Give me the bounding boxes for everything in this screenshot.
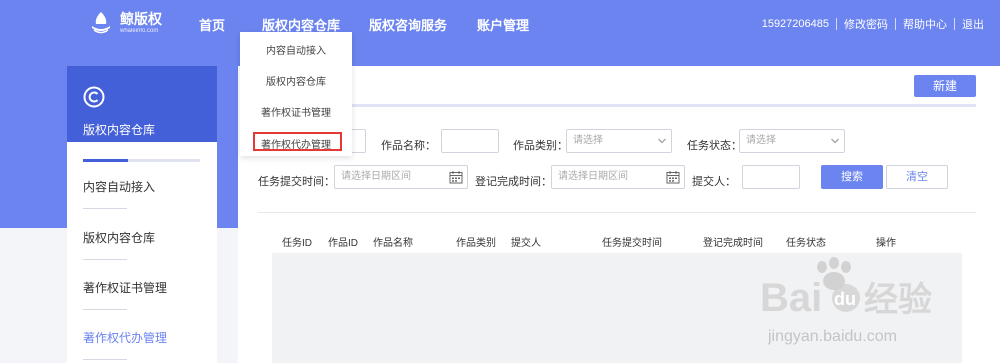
work-name-label: 作品名称： <box>381 140 436 152</box>
col-submit-time: 任务提交时间 <box>602 238 662 249</box>
svg-text:Bai: Bai <box>760 276 822 320</box>
col-task-id: 任务ID <box>282 238 312 249</box>
complete-time-picker[interactable]: 请选择日期区间 <box>551 165 685 189</box>
submitter-input[interactable] <box>742 165 800 189</box>
col-complete-time: 登记完成时间 <box>703 238 763 249</box>
sidebar-progress <box>83 159 200 162</box>
sidebar-divider <box>83 309 127 310</box>
clear-button[interactable]: 清空 <box>886 165 948 189</box>
sidebar: 版权内容仓库 内容自动接入 版权内容仓库 著作权证书管理 著作权代办管理 <box>67 66 217 363</box>
panel-title-rule <box>258 104 976 107</box>
top-navbar: 鲸版权 whaleinfo.com 首页 版权内容仓库 版权咨询服务 账户管理 … <box>0 0 1000 46</box>
sidebar-divider <box>83 208 127 209</box>
sidebar-item-auto-import[interactable]: 内容自动接入 <box>83 178 155 195</box>
filter-divider <box>258 212 976 213</box>
chevron-down-icon <box>658 138 666 144</box>
change-password-link[interactable]: 修改密码 <box>844 16 888 32</box>
col-work-id: 作品ID <box>328 238 358 249</box>
svg-text:jingyan.baidu.com: jingyan.baidu.com <box>767 328 897 345</box>
new-button[interactable]: 新建 <box>914 75 976 97</box>
divider <box>836 18 837 30</box>
chevron-down-icon <box>831 138 839 144</box>
col-work-name: 作品名称 <box>373 238 413 249</box>
col-work-type: 作品类别 <box>456 238 496 249</box>
task-status-label: 任务状态： <box>687 140 742 152</box>
submit-time-label: 任务提交时间： <box>258 176 335 188</box>
logout-link[interactable]: 退出 <box>962 16 984 32</box>
nav-account[interactable]: 账户管理 <box>477 15 529 34</box>
user-phone: 15927206485 <box>761 18 829 30</box>
task-status-placeholder: 请选择 <box>746 135 776 146</box>
col-submitter: 提交人 <box>511 238 541 249</box>
sidebar-header: 版权内容仓库 <box>67 66 217 142</box>
calendar-icon <box>449 171 463 184</box>
work-name-input[interactable] <box>441 129 499 153</box>
dropdown-item-auto-import[interactable]: 内容自动接入 <box>240 42 352 57</box>
complete-time-label: 登记完成时间： <box>475 176 552 188</box>
sidebar-item-repo[interactable]: 版权内容仓库 <box>83 229 155 246</box>
sidebar-divider <box>83 359 127 360</box>
brand-logo[interactable]: 鲸版权 whaleinfo.com <box>88 10 162 36</box>
dropdown-item-certificate[interactable]: 著作权证书管理 <box>240 104 352 119</box>
submit-time-placeholder: 请选择日期区间 <box>341 171 411 182</box>
col-task-status: 任务状态 <box>786 238 826 249</box>
sidebar-divider <box>83 259 127 260</box>
baidu-watermark: Bai du 经验 jingyan.baidu.com <box>760 257 932 345</box>
divider <box>954 18 955 30</box>
user-menu: 15927206485 修改密码 帮助中心 退出 <box>762 16 984 32</box>
divider <box>895 18 896 30</box>
sidebar-progress-fill <box>83 159 128 162</box>
search-button[interactable]: 搜索 <box>821 165 883 189</box>
brand-name: 鲸版权 <box>120 10 162 27</box>
task-status-select[interactable]: 请选择 <box>739 129 845 153</box>
calendar-icon <box>666 171 680 184</box>
help-link[interactable]: 帮助中心 <box>903 16 947 32</box>
highlight-box <box>253 132 342 151</box>
brand-sub: whaleinfo.com <box>120 27 159 34</box>
work-type-placeholder: 请选择 <box>573 135 603 146</box>
submitter-label: 提交人： <box>692 176 736 188</box>
complete-time-placeholder: 请选择日期区间 <box>558 171 628 182</box>
work-type-label: 作品类别： <box>513 140 568 152</box>
nav-home[interactable]: 首页 <box>199 15 225 34</box>
sidebar-item-agency[interactable]: 著作权代办管理 <box>83 329 167 346</box>
dropdown-item-repo[interactable]: 版权内容仓库 <box>240 73 352 88</box>
submit-time-picker[interactable]: 请选择日期区间 <box>334 165 468 189</box>
sidebar-item-certificate[interactable]: 著作权证书管理 <box>83 279 167 296</box>
col-actions: 操作 <box>876 238 896 249</box>
sidebar-title: 版权内容仓库 <box>83 123 156 137</box>
whale-logo-icon <box>92 12 110 34</box>
work-type-select[interactable]: 请选择 <box>566 129 672 153</box>
copyright-icon <box>83 86 105 108</box>
svg-text:经验: 经验 <box>864 280 932 320</box>
nav-consult[interactable]: 版权咨询服务 <box>369 15 447 34</box>
svg-text:du: du <box>834 289 856 309</box>
